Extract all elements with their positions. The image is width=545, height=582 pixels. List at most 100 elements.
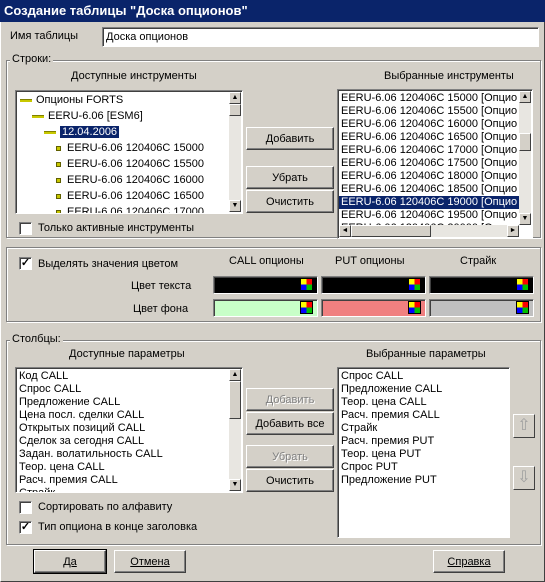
only-active-checkbox[interactable] [19, 222, 32, 235]
scroll-up-icon[interactable]: ▲ [519, 91, 531, 103]
put-column-header: PUT опционы [335, 255, 405, 267]
selected-instrument-item[interactable]: EERU-6.06 120406C 19000 [Опцио [339, 196, 519, 209]
available-param-item[interactable]: Страйк [17, 487, 229, 492]
selected-instrument-item[interactable]: EERU-6.06 120406C 17000 [Опцио [339, 144, 519, 157]
sort-alphabet-checkbox[interactable] [19, 501, 32, 514]
available-param-item[interactable]: Задан. волатильность CALL [17, 448, 229, 461]
put-text-palette-icon[interactable] [408, 278, 421, 291]
selected-instrument-item[interactable]: EERU-6.06 120406C 16500 [Опцио [339, 131, 519, 144]
selected-instrument-item[interactable]: EERU-6.06 120406C 17500 [Опцио [339, 157, 519, 170]
tree-node-label: EERU-6.06 120406C 17000 [67, 206, 204, 214]
selected-instruments-label: Выбранные инструменты [384, 70, 514, 82]
ok-button-label: Да [63, 555, 77, 568]
selected-instrument-item[interactable]: EERU-6.06 120406C 19500 [Опцио [339, 209, 519, 222]
clear-instruments-button[interactable]: Очистить [246, 190, 334, 213]
instrument-leaf-icon [56, 161, 61, 167]
selected-instrument-item[interactable]: EERU-6.06 120406C 15000 [Опцио [339, 92, 519, 105]
move-down-arrow-icon[interactable]: ⇩ [513, 466, 535, 490]
selected-instruments-hscrollbar[interactable]: ◄ ► [339, 225, 519, 237]
available-params-scrollbar[interactable]: ▲ ▼ [229, 369, 241, 491]
available-params-list[interactable]: Код CALL Спрос CALL Предложение CALL Цена п… [15, 367, 243, 493]
scroll-down-icon[interactable]: ▼ [229, 479, 241, 491]
ok-button[interactable]: Да [33, 549, 107, 574]
help-button[interactable]: Справка [433, 550, 505, 573]
available-param-item[interactable]: Цена посл. сделки CALL [17, 409, 229, 422]
selected-instrument-item[interactable]: EERU-6.06 120406C 18000 [Опцио [339, 170, 519, 183]
instrument-leaf-icon [56, 177, 61, 183]
selected-params-list[interactable]: Спрос CALL Предложение CALL Теор. цена CAL… [337, 367, 510, 538]
remove-instrument-button[interactable]: Убрать [246, 166, 334, 189]
selected-param-item[interactable]: Теор. цена CALL [339, 396, 507, 409]
tree-node[interactable]: Опционы FORTS [18, 92, 228, 108]
selected-param-item[interactable]: Расч. премия CALL [339, 409, 507, 422]
available-params-label: Доступные параметры [69, 348, 185, 360]
remove-param-button[interactable]: Убрать [246, 445, 334, 468]
tree-node-label: Опционы FORTS [36, 94, 124, 106]
scroll-left-icon[interactable]: ◄ [339, 225, 351, 237]
scroll-thumb[interactable] [351, 225, 431, 237]
strike-bg-palette-icon[interactable] [516, 301, 529, 314]
tree-branch-icon [32, 114, 44, 118]
add-instrument-button[interactable]: Добавить [246, 127, 334, 150]
tree-node[interactable]: EERU-6.06 120406C 16000 [18, 172, 228, 188]
scroll-up-icon[interactable]: ▲ [229, 369, 241, 381]
add-all-params-button[interactable]: Добавить все [246, 412, 334, 435]
table-name-input[interactable] [102, 27, 539, 47]
help-button-label: Справка [447, 555, 491, 568]
selected-params-label: Выбранные параметры [366, 348, 486, 360]
call-text-palette-icon[interactable] [300, 278, 313, 291]
scroll-up-icon[interactable]: ▲ [229, 92, 241, 104]
selected-instrument-item[interactable]: EERU-6.06 120406C 18500 [Опцио [339, 183, 519, 196]
selected-instruments-vscrollbar[interactable]: ▲ ▼ [519, 91, 531, 225]
tree-scrollbar[interactable]: ▲ ▼ [229, 92, 241, 212]
instrument-leaf-icon [56, 209, 61, 213]
selected-param-item[interactable]: Страйк [339, 422, 507, 435]
move-up-arrow-icon[interactable]: ⇧ [513, 414, 535, 438]
selected-param-item[interactable]: Спрос CALL [339, 370, 507, 383]
available-instruments-label: Доступные инструменты [71, 70, 197, 82]
tree-node-label: EERU-6.06 120406C 16000 [67, 174, 204, 186]
tree-node[interactable]: EERU-6.06 120406C 16500 [18, 188, 228, 204]
selected-param-item[interactable]: Расч. премия PUT [339, 435, 507, 448]
type-end-checkbox[interactable]: ✓ [19, 521, 32, 534]
available-param-item[interactable]: Сделок за сегодня CALL [17, 435, 229, 448]
window-title: Создание таблицы "Доска опционов" [0, 0, 545, 22]
scroll-down-icon[interactable]: ▼ [519, 213, 531, 225]
selected-param-item[interactable]: Предложение PUT [339, 474, 507, 487]
tree-node[interactable]: EERU-6.06 120406C 17000 [18, 204, 228, 214]
cancel-button[interactable]: Отмена [114, 550, 186, 573]
selected-param-item[interactable]: Спрос PUT [339, 461, 507, 474]
available-param-item[interactable]: Теор. цена CALL [17, 461, 229, 474]
tree-node-label: EERU-6.06 120406C 16500 [67, 190, 204, 202]
available-param-item[interactable]: Открытых позиций CALL [17, 422, 229, 435]
tree-node[interactable]: 12.04.2006 [18, 124, 228, 140]
selected-param-item[interactable]: Предложение CALL [339, 383, 507, 396]
tree-branch-icon [44, 130, 56, 134]
bg-color-label: Цвет фона [133, 303, 189, 315]
instruments-tree[interactable]: Опционы FORTS EERU-6.06 [ESM6] 12.04.2006 E… [15, 90, 243, 214]
tree-node-label: EERU-6.06 120406C 15500 [67, 158, 204, 170]
tree-node-label: EERU-6.06 [ESM6] [48, 110, 143, 122]
highlight-colors-checkbox[interactable]: ✓ [19, 257, 32, 270]
scroll-right-icon[interactable]: ► [507, 225, 519, 237]
available-param-item[interactable]: Спрос CALL [17, 383, 229, 396]
selected-instruments-list[interactable]: EERU-6.06 120406C 15000 [Опцио EERU-6.06 … [337, 89, 533, 239]
selected-instrument-item[interactable]: EERU-6.06 120406C 15500 [Опцио [339, 105, 519, 118]
available-param-item[interactable]: Код CALL [17, 370, 229, 383]
scroll-down-icon[interactable]: ▼ [229, 200, 241, 212]
scroll-thumb[interactable] [229, 104, 241, 116]
selected-param-item[interactable]: Теор. цена PUT [339, 448, 507, 461]
tree-node[interactable]: EERU-6.06 [ESM6] [18, 108, 228, 124]
available-param-item[interactable]: Предложение CALL [17, 396, 229, 409]
call-bg-palette-icon[interactable] [300, 301, 313, 314]
add-param-button[interactable]: Добавить [246, 388, 334, 411]
tree-node[interactable]: EERU-6.06 120406C 15500 [18, 156, 228, 172]
scroll-thumb[interactable] [519, 133, 531, 151]
tree-node[interactable]: EERU-6.06 120406C 15000 [18, 140, 228, 156]
clear-params-button[interactable]: Очистить [246, 469, 334, 492]
selected-instrument-item[interactable]: EERU-6.06 120406C 16000 [Опцио [339, 118, 519, 131]
scroll-thumb[interactable] [229, 381, 241, 419]
available-param-item[interactable]: Расч. премия CALL [17, 474, 229, 487]
put-bg-palette-icon[interactable] [408, 301, 421, 314]
strike-text-palette-icon[interactable] [516, 278, 529, 291]
